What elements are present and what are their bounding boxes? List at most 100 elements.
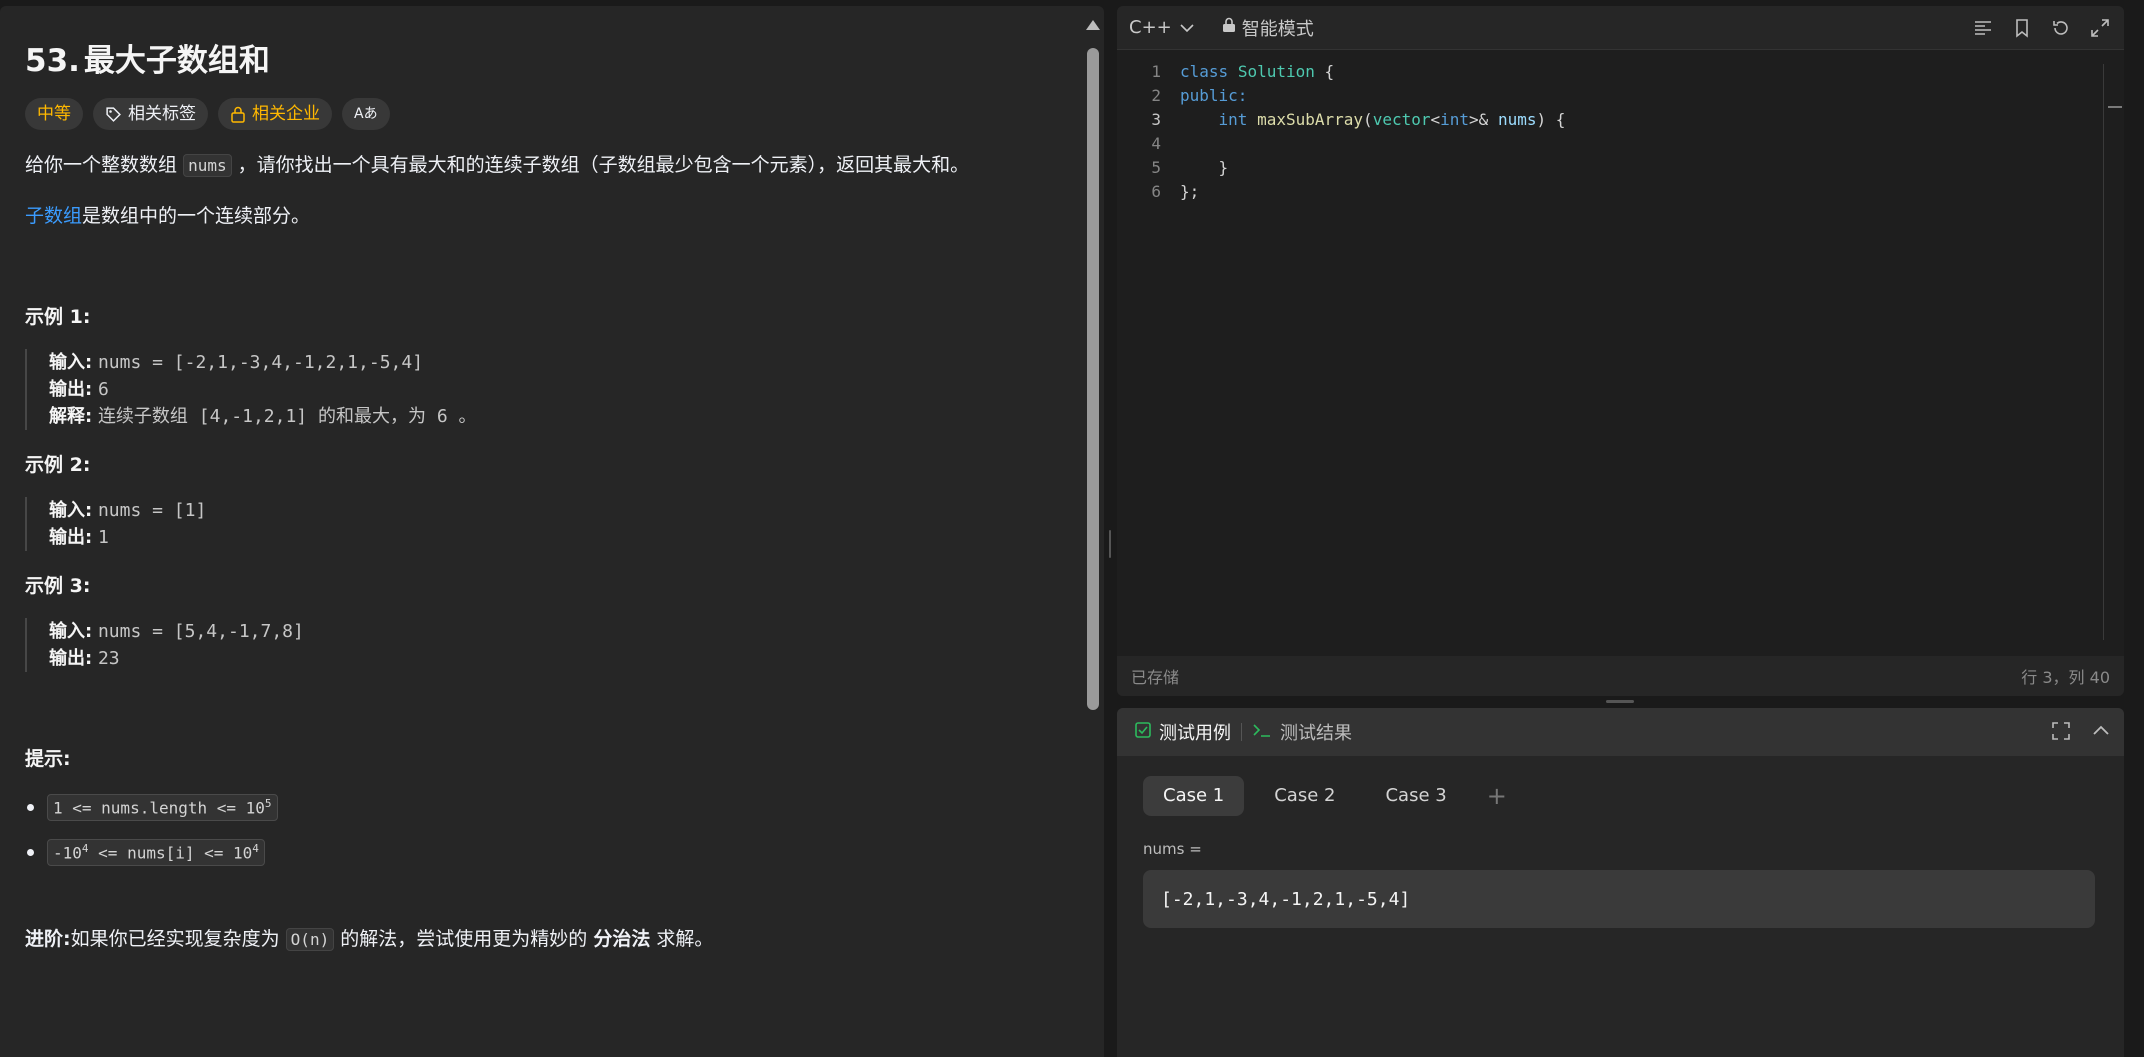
bookmark-icon[interactable] (2012, 18, 2032, 38)
example-2-input: nums = [1] (97, 500, 207, 521)
example-1-title: 示例 1: (25, 306, 91, 328)
code-token: public: (1180, 86, 1248, 105)
example-2-block: 输入: nums = [1] 输出: 1 (25, 497, 1065, 551)
code-line[interactable]: 4 (1117, 132, 2107, 156)
chevron-down-icon (1180, 17, 1194, 38)
scroll-up-arrow-icon[interactable] (1086, 20, 1100, 30)
line-number: 2 (1151, 86, 1161, 105)
advanced-code: O(n) (285, 928, 335, 951)
scrollbar-thumb[interactable] (1087, 48, 1099, 710)
reset-icon[interactable] (2051, 18, 2071, 38)
smart-mode-toggle[interactable]: 智能模式 (1222, 15, 1314, 41)
example-3-title: 示例 3: (25, 575, 91, 597)
vertical-resize-handle[interactable] (1109, 530, 1111, 558)
code-line[interactable]: 5 } (1117, 156, 2107, 180)
code-token: int (1440, 110, 1470, 129)
saved-status: 已存储 (1131, 668, 1180, 687)
hint-1-exponent: 5 (264, 797, 272, 811)
add-case-button[interactable]: + (1487, 776, 1507, 816)
tab-testcases[interactable]: 测试用例 (1135, 719, 1231, 745)
code-line[interactable]: 6 }; (1117, 180, 2107, 204)
param-label: nums = (1143, 840, 1202, 858)
related-tags-label: 相关标签 (128, 104, 196, 124)
code-token: } (1180, 158, 1229, 177)
hint-2-text-1: -10 (53, 843, 82, 863)
example-1-block: 输入: nums = [-2,1,-3,4,-1,2,1,-5,4] 输出: 6… (25, 349, 1065, 430)
code-token: int (1218, 110, 1248, 129)
related-tags-button[interactable]: 相关标签 (93, 98, 208, 130)
related-companies-button[interactable]: 相关企业 (218, 98, 332, 130)
problem-title[interactable]: 53. 最大子数组和 (25, 36, 1065, 86)
tab-test-results-label: 测试结果 (1280, 723, 1352, 744)
code-line[interactable]: 1 class Solution { (1117, 60, 2107, 84)
chevron-up-icon[interactable] (2092, 722, 2110, 744)
example-3-output: 23 (97, 648, 120, 669)
code-token: nums (1497, 110, 1537, 129)
hint-1-text: 1 <= nums.length <= 10 (53, 798, 265, 818)
testcase-panel: 测试用例 测试结果 Case 1 Case 2 Case 3 + nums = … (1117, 708, 2124, 1057)
editor-toolbar: C++ 智能模式 (1117, 6, 2124, 50)
right-gutter (2124, 0, 2144, 1057)
translate-button[interactable]: Aあ (342, 98, 390, 130)
testcase-panel-actions (2052, 722, 2110, 744)
hint-item: 1 <= nums.length <= 105 (25, 785, 1065, 830)
format-icon[interactable] (1973, 18, 1993, 38)
tab-separator (1241, 723, 1242, 741)
translate-icon: Aあ (354, 106, 378, 122)
code-line-active[interactable]: 3 int maxSubArray(vector<int>& nums) { (1117, 108, 2107, 132)
horizontal-resize-handle[interactable] (1606, 700, 1634, 703)
param-input[interactable]: [-2,1,-3,4,-1,2,1,-5,4] (1143, 870, 2095, 928)
problem-statement: 给你一个整数数组 nums ，请你找出一个具有最大和的连续子数组（子数组最少包含… (25, 151, 1065, 180)
code-token: }; (1180, 182, 1200, 201)
hint-2-exponent-1: 4 (81, 842, 89, 856)
editor-overview-marker (2108, 106, 2122, 108)
hint-item: -104 <= nums[i] <= 104 (25, 830, 1065, 875)
maximize-icon[interactable] (2052, 722, 2070, 744)
editor-overview-ruler[interactable] (2103, 64, 2104, 640)
editor-actions (1973, 18, 2110, 38)
difficulty-badge: 中等 (25, 98, 83, 130)
line-number: 4 (1151, 134, 1161, 153)
advanced-bold: 分治法 (593, 928, 651, 950)
statement-text-1: 给你一个整数数组 (25, 154, 178, 176)
advanced-text-3: 求解。 (656, 928, 714, 950)
code-area[interactable]: 1 class Solution { 2 public: 3 int maxSu… (1117, 60, 2107, 204)
tag-icon (105, 106, 122, 123)
example-3-input-label: 输入: (49, 621, 93, 642)
vertical-resize-divider[interactable] (1104, 0, 1116, 1057)
advanced-text-1: 如果你已经实现复杂度为 (70, 928, 280, 950)
code-token: maxSubArray (1257, 110, 1364, 129)
code-token: { (1314, 62, 1335, 81)
example-1-input-label: 输入: (49, 352, 93, 373)
line-number: 5 (1151, 158, 1161, 177)
hints-list: 1 <= nums.length <= 105 -104 <= nums[i] … (25, 785, 1065, 875)
line-number: 3 (1151, 110, 1161, 129)
advanced-note: 进阶:如果你已经实现复杂度为 O(n) 的解法，尝试使用更为精妙的 分治法 求解… (25, 925, 1065, 954)
code-token: >& (1469, 110, 1498, 129)
problem-tags: 中等 相关标签 相关企业 Aあ (25, 98, 1065, 130)
tab-test-results[interactable]: 测试结果 (1252, 719, 1352, 745)
hint-2-code: -104 <= nums[i] <= 104 (47, 839, 265, 866)
case-tabs: Case 1 Case 2 Case 3 + (1143, 776, 1507, 816)
code-editor-panel: C++ 智能模式 1 class Solution {2 public: 3 … (1117, 6, 2124, 696)
code-line[interactable]: 2 public: (1117, 84, 2107, 108)
case-tab-3[interactable]: Case 3 (1365, 776, 1466, 816)
smart-mode-label: 智能模式 (1241, 18, 1314, 40)
subarray-link[interactable]: 子数组 (25, 205, 82, 227)
problem-number: 53. (25, 43, 80, 79)
example-1-input: nums = [-2,1,-3,4,-1,2,1,-5,4] (97, 352, 424, 373)
related-companies-label: 相关企业 (252, 104, 320, 124)
subarray-definition: 子数组是数组中的一个连续部分。 (25, 202, 1065, 230)
example-3-output-label: 输出: (49, 648, 93, 669)
advanced-label: 进阶: (25, 928, 71, 950)
lock-icon (1222, 17, 1236, 38)
code-token: ( (1363, 110, 1373, 129)
fullscreen-icon[interactable] (2090, 18, 2110, 38)
example-3-input: nums = [5,4,-1,7,8] (97, 621, 304, 642)
case-tab-2[interactable]: Case 2 (1254, 776, 1355, 816)
language-selector[interactable]: C++ (1129, 17, 1194, 38)
difficulty-label: 中等 (37, 104, 71, 124)
advanced-text-2: 的解法，尝试使用更为精妙的 (340, 928, 588, 950)
case-tab-1[interactable]: Case 1 (1143, 776, 1245, 816)
